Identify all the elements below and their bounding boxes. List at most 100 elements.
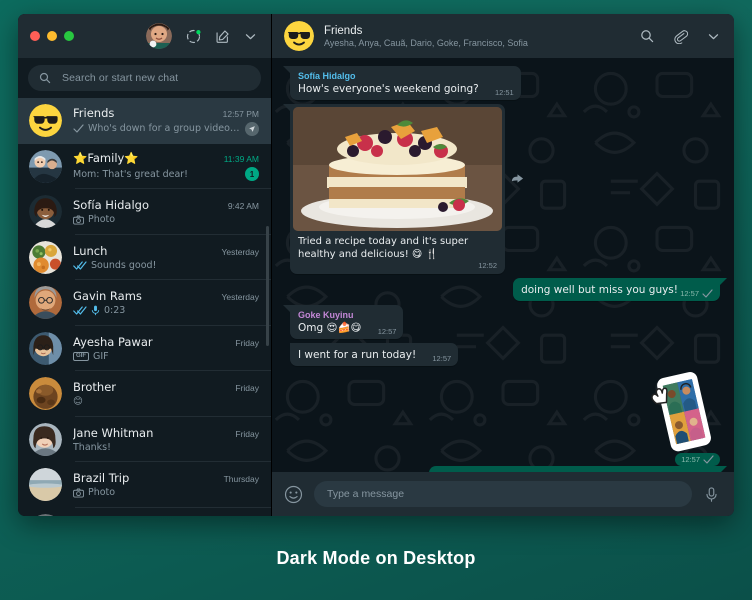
chat-list-item[interactable]: Gavin Rams Yesterday 0:23 [18,280,271,326]
chat-item-top: Jane Whitman Friday [73,426,259,440]
chat-list-item[interactable]: Awesome team Thursday [18,508,271,516]
image-message[interactable]: Tried a recipe today and it's super heal… [283,104,523,274]
chat-item-bottom: Sounds good! [73,260,259,271]
text-message[interactable]: Who's down for a group video call tonigh… [428,466,728,472]
chat-item-top: Brother Friday [73,380,259,394]
message-row: doing well but miss you guys! 12:57 [290,278,727,301]
chat-item-time: Friday [235,383,259,394]
chat-item-preview: GIF [93,350,109,362]
chat-header-avatar[interactable] [284,21,314,51]
compose-message-icon[interactable] [215,29,230,44]
chat-item-name: Brother [73,380,117,395]
message-input[interactable]: Type a message [314,481,692,507]
microphone-icon[interactable] [703,486,720,503]
chat-list-item[interactable]: Brazil Trip Thursday Photo [18,462,271,508]
image-caption: Tried a recipe today and it's super heal… [298,236,469,260]
chat-avatar [29,513,62,516]
chat-item-time: 9:42 AM [227,201,259,212]
chat-item-bottom: Photo [73,487,259,498]
message-meta: 12:57 [378,327,397,336]
chat-list-item[interactable]: ⭐Family⭐ 11:39 AM Mom: That's great dear… [18,144,271,189]
chat-item-name: Brazil Trip [73,471,130,486]
chat-item-preview: Mom: That's great dear! [73,168,188,180]
minimize-traffic-light[interactable] [47,31,57,41]
chat-item-top: ⭐Family⭐ 11:39 AM [73,151,259,165]
chat-list-item[interactable]: Ayesha Pawar Friday GIF GIF [18,326,271,371]
chat-item-top: Sofía Hidalgo 9:42 AM [73,198,259,212]
message-photo[interactable] [293,107,502,231]
chat-item-content: Lunch Yesterday Sounds good! [73,244,259,271]
search-input[interactable]: Search or start new chat [28,65,261,91]
chat-avatar [29,422,62,456]
sidebar: Search or start new chat Friends 12:57 P… [18,14,272,516]
message-meta: 12:52 [478,261,497,270]
text-message[interactable]: I went for a run today! 12:57 [290,343,459,366]
chat-item-content: Friends 12:57 PM Who's down for a group … [73,106,259,136]
status-ring-icon[interactable] [186,29,201,44]
chat-item-preview: 0:23 [104,305,126,317]
maximize-traffic-light[interactable] [64,31,74,41]
double-check-icon [73,306,87,315]
chat-item-preview: Thanks! [73,441,111,453]
video-call-phone-sticker [651,371,711,452]
chat-item-preview: Photo [88,214,116,226]
chat-item-name: Lunch [73,243,108,258]
message-meta: 12:57 [432,354,451,363]
chat-avatar [29,149,62,183]
paperclip-icon[interactable] [673,29,688,44]
message-row: I went for a run today! 12:57 [290,343,720,366]
message-text: Who's down for a group video call tonigh… [437,471,712,472]
chat-list-item[interactable]: Brother Friday 😊 [18,371,271,417]
chat-list-scrollbar[interactable] [266,226,269,346]
message-row: 12:57 [290,370,720,466]
double-check-icon [73,261,87,270]
chat-item-top: Brazil Trip Thursday [73,471,259,485]
window-traffic-lights [30,31,74,41]
chat-title: Friends [324,24,363,37]
chat-header[interactable]: Friends Ayesha, Anya, Cauã, Dario, Goke,… [272,14,734,58]
text-message[interactable]: Goke Kuyinu Omg 😍🍰😋 12:57 [282,305,404,339]
search-icon[interactable] [640,29,654,43]
chat-item-top: Gavin Rams Yesterday [73,289,259,303]
chat-list-item[interactable]: Jane Whitman Friday Thanks! [18,417,271,462]
message-row: Sofía Hidalgo How's everyone's weekend g… [283,66,720,100]
chat-item-name: Friends [73,105,115,120]
chat-participants: Ayesha, Anya, Cauã, Dario, Goke, Francis… [324,37,528,48]
sticker-message[interactable]: 12:57 [646,370,720,466]
search-placeholder: Search or start new chat [62,72,179,84]
chat-item-name: Ayesha Pawar [73,334,153,349]
chat-item-preview: 😊 [73,396,83,408]
chat-header-actions [640,29,720,44]
message-area[interactable]: Sofía Hidalgo How's everyone's weekend g… [272,58,734,472]
message-time: 12:57 [432,354,452,363]
text-message[interactable]: doing well but miss you guys! 12:57 [513,278,727,301]
message-sender: Sofía Hidalgo [298,71,356,81]
chat-item-name: Sofía Hidalgo [73,198,150,213]
chat-item-name: Jane Whitman [73,425,154,440]
close-traffic-light[interactable] [30,31,40,41]
chat-list-item[interactable]: Lunch Yesterday Sounds good! [18,235,271,280]
profile-avatar[interactable] [146,23,172,49]
chat-list[interactable]: Friends 12:57 PM Who's down for a group … [18,98,271,516]
forward-arrow-icon[interactable] [507,168,527,188]
chat-list-item[interactable]: Sofía Hidalgo 9:42 AM Photo [18,189,271,235]
chevron-down-icon[interactable] [707,30,720,43]
chat-item-bottom: Photo [73,214,259,225]
message-row: Tried a recipe today and it's super heal… [283,104,720,274]
chat-list-item[interactable]: Friends 12:57 PM Who's down for a group … [18,98,271,144]
text-message[interactable]: Sofía Hidalgo How's everyone's weekend g… [283,66,521,100]
emoji-smiley-icon[interactable] [284,485,303,504]
chat-item-time: Yesterday [221,246,260,257]
chat-avatar [29,286,62,320]
chat-item-bottom: Who's down for a group video call ... [73,121,259,136]
chat-avatar [29,240,62,274]
message-meta: 12:57 [675,453,720,466]
chevron-down-icon[interactable] [244,30,257,43]
chat-avatar [29,104,62,138]
chat-item-bottom: Mom: That's great dear! 1 [73,167,259,182]
chat-item-content: Brazil Trip Thursday Photo [73,471,259,498]
chat-item-time: 11:39 AM [223,154,259,165]
chat-item-name: ⭐Family⭐ [73,151,139,166]
pin-icon[interactable] [245,121,259,136]
camera-icon [73,488,84,498]
